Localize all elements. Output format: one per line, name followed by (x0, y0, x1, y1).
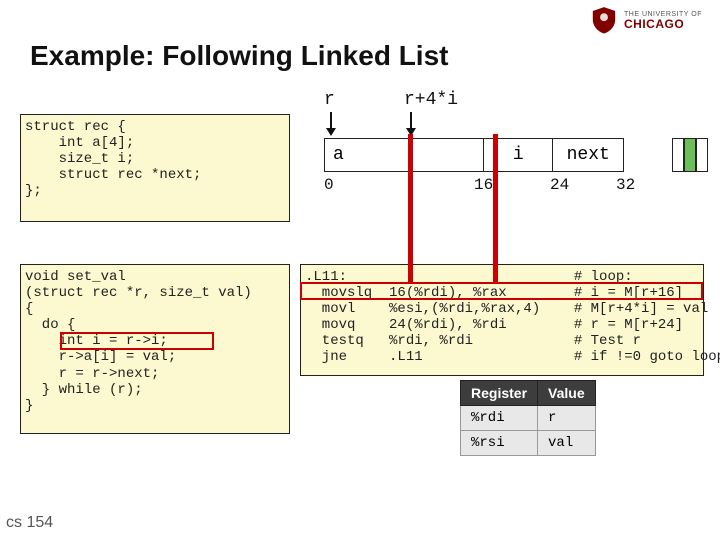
function-code: void set_val (struct rec *r, size_t val)… (20, 264, 290, 434)
pointer-r-label: r (324, 90, 335, 110)
field-next: next (553, 139, 623, 171)
reg-cell: %rsi (461, 431, 538, 456)
table-row: %rsi val (461, 431, 596, 456)
reg-cell: %rdi (461, 406, 538, 431)
node-fragment (696, 138, 708, 172)
reg-header-register: Register (461, 381, 538, 406)
logo-line-2: CHICAGO (624, 18, 702, 30)
reg-header-value: Value (538, 381, 596, 406)
pointer-r4i-label: r+4*i (404, 90, 458, 110)
memory-diagram: r r+4*i a i next 0 16 24 32 (304, 90, 704, 220)
offset-32: 32 (616, 176, 635, 194)
offset-0: 0 (324, 176, 334, 194)
table-row: %rdi r (461, 406, 596, 431)
reg-cell: val (538, 431, 596, 456)
page-title: Example: Following Linked List (30, 40, 448, 72)
logo-text: THE UNIVERSITY OF CHICAGO (624, 11, 702, 30)
arrow-down-icon (330, 112, 332, 134)
footer-label: cs 154 (6, 514, 53, 532)
arrow-down-icon (410, 112, 412, 134)
node-fragment (672, 138, 684, 172)
offset-24: 24 (550, 176, 569, 194)
shield-icon (590, 6, 618, 34)
register-table: Register Value %rdi r %rsi val (460, 380, 596, 456)
reg-cell: r (538, 406, 596, 431)
assembly-code: .L11: # loop: movslq 16(%rdi), %rax # i … (300, 264, 704, 376)
offset-16: 16 (474, 176, 493, 194)
field-a: a (325, 139, 484, 171)
node-fragment (684, 138, 696, 172)
record-box: a i next (324, 138, 624, 172)
field-i: i (484, 139, 554, 171)
university-logo: THE UNIVERSITY OF CHICAGO (590, 6, 702, 34)
struct-code: struct rec { int a[4]; size_t i; struct … (20, 114, 290, 222)
